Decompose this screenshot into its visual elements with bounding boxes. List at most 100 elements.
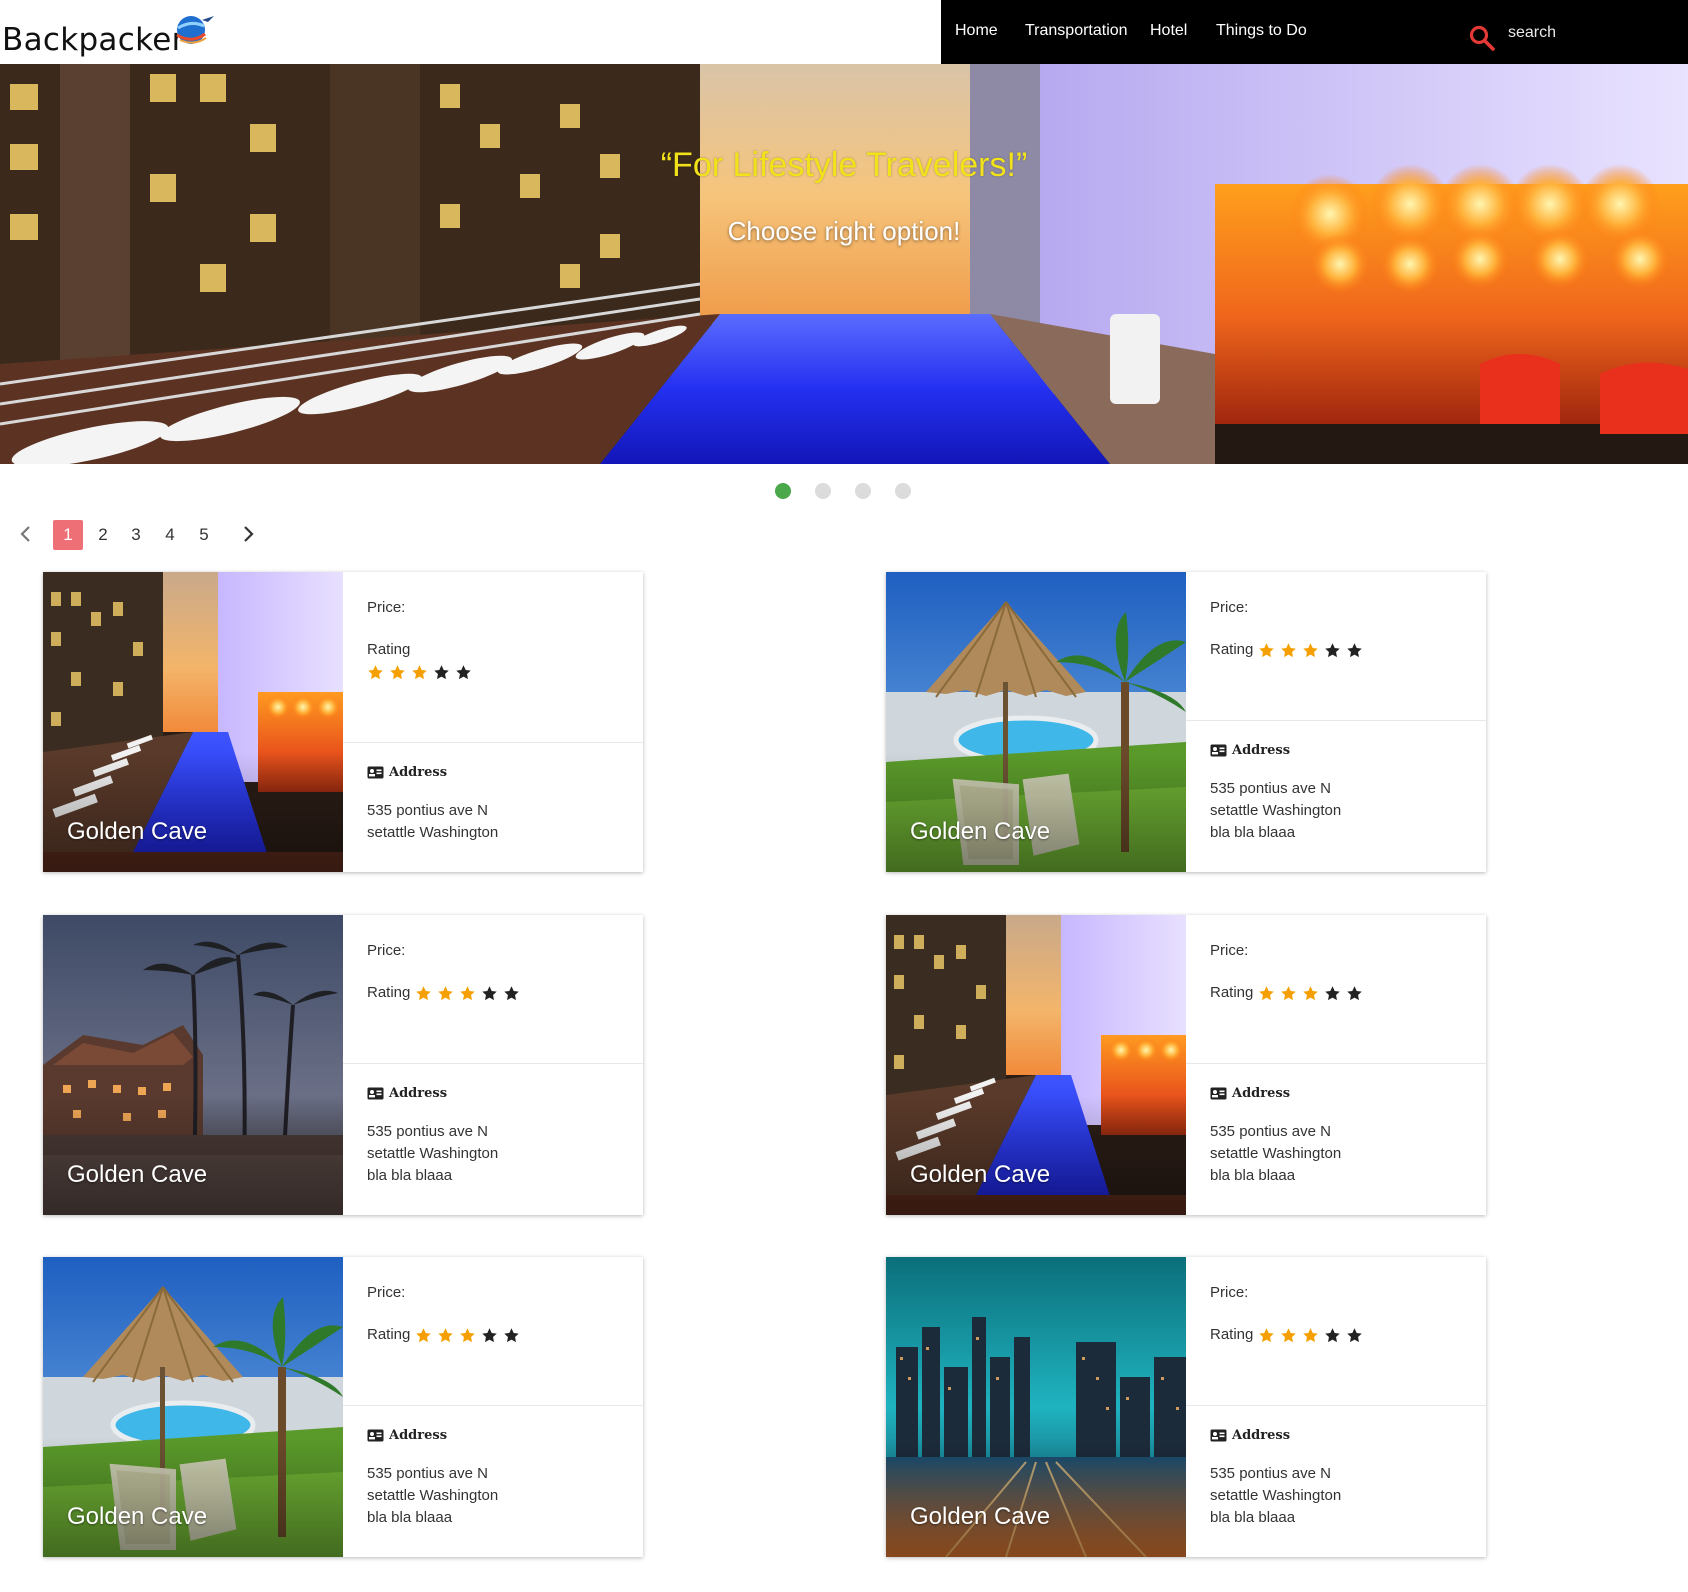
- page-2[interactable]: 2: [88, 520, 118, 550]
- address-section: Address 535 pontius ave N setattle Washin…: [1186, 1063, 1486, 1215]
- id-card-icon: [1210, 1429, 1227, 1442]
- address-text: 535 pontius ave N setattle Washington: [367, 800, 498, 844]
- address-text: 535 pontius ave N setattle Washington bla …: [367, 1121, 498, 1187]
- search-input[interactable]: [1508, 20, 1668, 46]
- hotel-name: Golden Cave: [67, 1503, 208, 1530]
- address-heading: Address: [1210, 1086, 1290, 1101]
- carousel-dot-4[interactable]: [895, 483, 911, 499]
- star-icon: [1280, 985, 1297, 1002]
- address-text: 535 pontius ave N setattle Washington bla …: [1210, 1121, 1341, 1187]
- address-line: setattle Washington: [367, 824, 499, 841]
- hotel-name: Golden Cave: [67, 1161, 208, 1188]
- hotel-image[interactable]: Golden Cave: [886, 1257, 1186, 1557]
- address-line: setattle Washington: [1210, 802, 1342, 819]
- nav-transportation[interactable]: Transportation: [1025, 22, 1128, 40]
- star-icon: [1324, 1327, 1341, 1344]
- rating-label: Rating: [1210, 641, 1254, 658]
- page-5[interactable]: 5: [189, 520, 219, 550]
- top-header: Backpacker Home Transportation Hotel Thi…: [0, 0, 1688, 64]
- star-icon: [437, 1327, 454, 1344]
- star-icon: [1258, 985, 1275, 1002]
- page-3[interactable]: 3: [121, 520, 151, 550]
- rating: Rating: [1210, 984, 1363, 1002]
- address-section: Address 535 pontius ave N setattle Washin…: [1186, 720, 1486, 872]
- page-4[interactable]: 4: [155, 520, 185, 550]
- search-icon[interactable]: [1468, 24, 1496, 52]
- nav-hotel[interactable]: Hotel: [1150, 22, 1187, 40]
- hotel-image[interactable]: Golden Cave: [886, 572, 1186, 872]
- hotel-name: Golden Cave: [910, 1503, 1051, 1530]
- address-text: 535 pontius ave N setattle Washington bla …: [367, 1463, 498, 1529]
- nav-things-to-do[interactable]: Things to Do: [1216, 22, 1307, 40]
- carousel-dot-2[interactable]: [815, 483, 831, 499]
- star-icon: [1324, 985, 1341, 1002]
- star-icon: [459, 1327, 476, 1344]
- hotel-card[interactable]: Golden Cave Price: Rating Address 535 po…: [886, 915, 1486, 1215]
- address-heading: Address: [367, 1086, 447, 1101]
- address-line: 535 pontius ave N: [1210, 780, 1331, 797]
- address-line: 535 pontius ave N: [367, 1465, 488, 1482]
- rating-stars: [415, 1327, 520, 1344]
- star-icon: [1258, 1327, 1275, 1344]
- globe-logo-icon[interactable]: [172, 10, 216, 50]
- star-icon: [367, 664, 384, 681]
- rating-stars: [1258, 642, 1363, 659]
- price-label: Price:: [1210, 599, 1249, 616]
- chevron-right-icon[interactable]: [236, 522, 260, 546]
- star-icon: [1258, 642, 1275, 659]
- address-line: setattle Washington: [1210, 1145, 1342, 1162]
- star-icon: [481, 985, 498, 1002]
- star-icon: [459, 985, 476, 1002]
- star-icon: [415, 985, 432, 1002]
- address-line: bla bla blaaa: [1210, 1167, 1296, 1184]
- hero-carousel: “For Lifestyle Travelers!” Choose right …: [0, 64, 1688, 464]
- rating: Rating: [367, 984, 520, 1002]
- brand-name[interactable]: Backpacker: [2, 22, 185, 58]
- address-label: Address: [1232, 743, 1291, 758]
- hotel-card[interactable]: Golden Cave Price: Rating Address 535 po…: [43, 1257, 643, 1557]
- hotel-info: Price: Rating Address 535 pontius ave N …: [1186, 1257, 1486, 1557]
- rating-stars: [367, 664, 472, 681]
- hotel-info: Price: Rating Address 535 pontius ave N …: [343, 1257, 643, 1557]
- address-heading: Address: [1210, 743, 1290, 758]
- carousel-dot-1[interactable]: [775, 483, 791, 499]
- hotel-card[interactable]: Golden Cave Price: Rating Address 535 po…: [886, 1257, 1486, 1557]
- address-text: 535 pontius ave N setattle Washington bla …: [1210, 1463, 1341, 1529]
- star-icon: [1324, 642, 1341, 659]
- hotel-info: Price: Rating Address 535 pontius ave N …: [343, 572, 643, 872]
- rating: Rating: [367, 641, 472, 681]
- hotel-card[interactable]: Golden Cave Price: Rating Address 535 po…: [43, 572, 643, 872]
- star-icon: [1346, 642, 1363, 659]
- hotel-card[interactable]: Golden Cave Price: Rating Address 535 po…: [43, 915, 643, 1215]
- address-label: Address: [1232, 1086, 1291, 1101]
- hotel-info: Price: Rating Address 535 pontius ave N …: [1186, 915, 1486, 1215]
- address-heading: Address: [367, 1428, 447, 1443]
- hotel-image[interactable]: Golden Cave: [43, 1257, 343, 1557]
- hero-quote: “For Lifestyle Travelers!”: [660, 146, 1028, 184]
- address-section: Address 535 pontius ave N setattle Washin…: [343, 1063, 643, 1215]
- rating-label: Rating: [1210, 984, 1254, 1001]
- star-icon: [411, 664, 428, 681]
- address-label: Address: [389, 765, 448, 780]
- nav-home[interactable]: Home: [955, 22, 998, 40]
- page-1[interactable]: 1: [53, 520, 83, 550]
- price-label: Price:: [1210, 1284, 1249, 1301]
- hotel-image[interactable]: Golden Cave: [43, 572, 343, 872]
- hotel-image[interactable]: Golden Cave: [43, 915, 343, 1215]
- address-heading: Address: [367, 765, 447, 780]
- star-icon: [437, 985, 454, 1002]
- hero-image: [0, 64, 1688, 464]
- hotel-image[interactable]: Golden Cave: [886, 915, 1186, 1215]
- id-card-icon: [367, 1429, 384, 1442]
- rating-stars: [415, 985, 520, 1002]
- carousel-dot-3[interactable]: [855, 483, 871, 499]
- chevron-left-icon[interactable]: [14, 522, 38, 546]
- hotel-card[interactable]: Golden Cave Price: Rating Address 535 po…: [886, 572, 1486, 872]
- address-section: Address 535 pontius ave N setattle Washin…: [343, 1405, 643, 1557]
- rating-label: Rating: [367, 1326, 411, 1343]
- star-icon: [1302, 642, 1319, 659]
- address-label: Address: [1232, 1428, 1291, 1443]
- star-icon: [1302, 1327, 1319, 1344]
- star-icon: [1346, 1327, 1363, 1344]
- address-line: 535 pontius ave N: [367, 802, 488, 819]
